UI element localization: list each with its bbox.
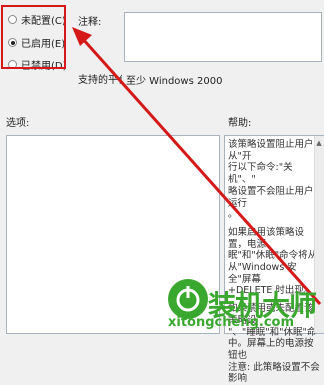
help-line: 注意: 此策略设置不会影响 bbox=[228, 361, 320, 385]
annotation-arrow-shaft bbox=[80, 36, 322, 306]
watermark-logo-icon bbox=[168, 279, 208, 319]
annotation-arrow-head bbox=[72, 27, 92, 46]
help-line: 中。屏幕上的电源按钮也 bbox=[228, 338, 314, 361]
watermark-power-icon bbox=[176, 286, 200, 312]
watermark-url: xitongcheng.com bbox=[168, 315, 295, 330]
